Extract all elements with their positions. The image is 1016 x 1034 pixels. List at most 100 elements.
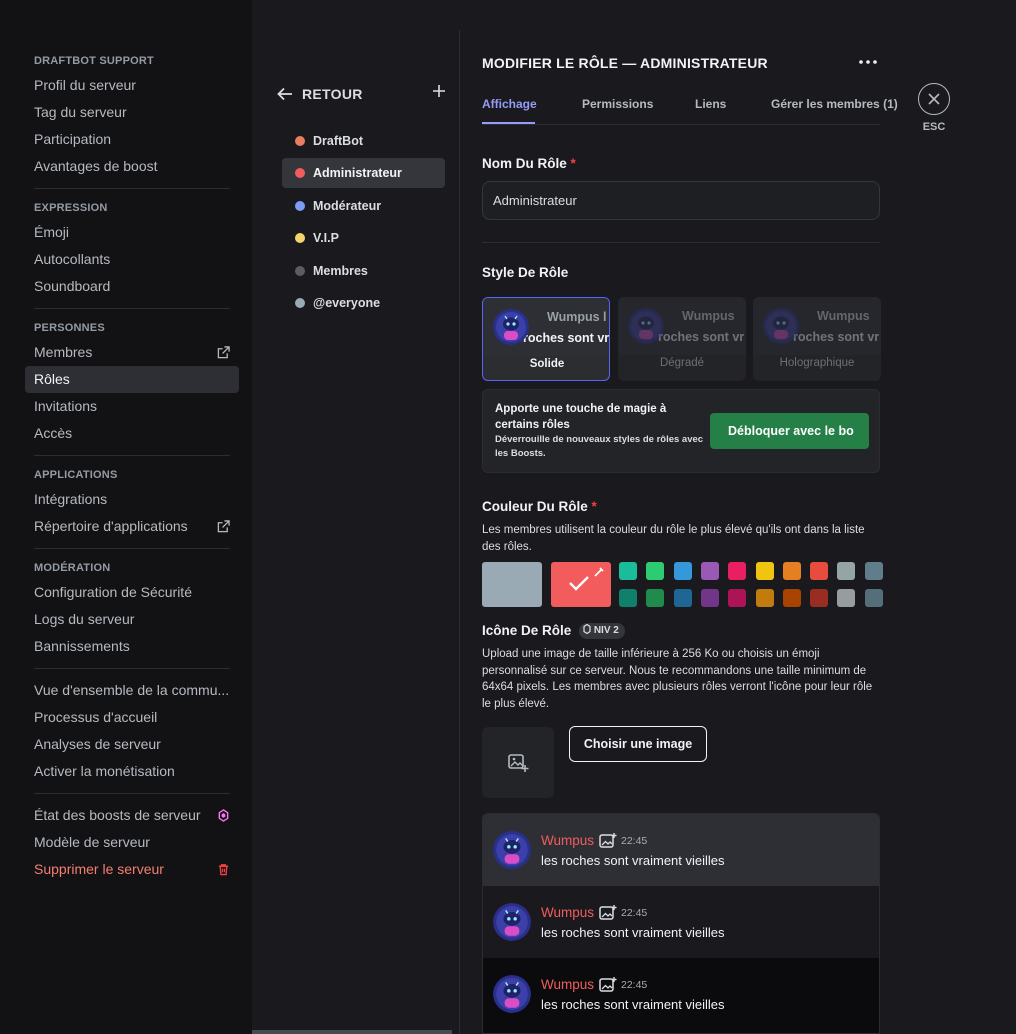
role-item-membres[interactable]: Membres	[282, 256, 445, 286]
role-item-draftbot[interactable]: DraftBot	[282, 126, 445, 156]
tab-manage-members[interactable]: Gérer les membres (1)	[771, 97, 898, 111]
sidebar-item-community-overview[interactable]: Vue d'ensemble de la commu...	[25, 677, 239, 704]
horizontal-scrollbar[interactable]	[252, 1030, 452, 1034]
sidebar-item-boost-perks[interactable]: Avantages de boost	[25, 153, 239, 180]
wumpus-avatar-icon	[763, 308, 799, 344]
sidebar-item-server-tag[interactable]: Tag du serveur	[25, 99, 239, 126]
section-header: APPLICATIONS	[34, 469, 118, 481]
style-preview: roches sont vr Wumpus l	[483, 298, 609, 356]
role-name-input[interactable]: Administrateur	[482, 181, 880, 220]
role-icon-upload-area[interactable]	[482, 727, 554, 798]
color-swatch[interactable]	[700, 589, 719, 607]
role-item-administrateur[interactable]: Administrateur	[282, 158, 445, 189]
required-asterisk: *	[570, 156, 576, 171]
more-options-icon[interactable]	[858, 58, 878, 66]
sidebar-item-audit-log[interactable]: Logs du serveur	[25, 606, 239, 633]
divider	[34, 188, 230, 189]
sidebar-item-boost-status[interactable]: État des boosts de serveur	[25, 802, 239, 829]
color-swatch[interactable]	[728, 589, 747, 607]
role-name: Administrateur	[313, 166, 402, 181]
tab-liens[interactable]: Liens	[695, 97, 726, 111]
divider	[34, 455, 230, 456]
wumpus-avatar-icon	[493, 309, 529, 345]
divider	[34, 308, 230, 309]
sidebar-item-roles[interactable]: Rôles	[25, 366, 239, 393]
preview-message: roches sont vr	[793, 330, 880, 344]
sidebar-item-server-profile[interactable]: Profil du serveur	[25, 72, 239, 99]
role-item-everyone[interactable]: @everyone	[282, 288, 445, 318]
tab-affichage[interactable]: Affichage	[482, 97, 537, 111]
label-text: Icône De Rôle	[482, 623, 572, 638]
color-swatch[interactable]	[619, 562, 637, 580]
wumpus-avatar-icon	[493, 975, 531, 1013]
custom-color-swatch[interactable]	[551, 562, 611, 607]
chat-preview-row: Wumpus 22:45 les roches sont vraiment vi…	[483, 886, 879, 958]
sidebar-item-stickers[interactable]: Autocollants	[25, 246, 239, 273]
role-item-vip[interactable]: V.I.P	[282, 223, 445, 253]
sidebar-item-participation[interactable]: Participation	[25, 126, 239, 153]
close-button[interactable]	[918, 83, 950, 115]
color-swatch[interactable]	[700, 562, 719, 580]
role-item-moderateur[interactable]: Modérateur	[282, 191, 445, 221]
sidebar-item-safety-setup[interactable]: Configuration de Sécurité	[25, 579, 239, 606]
sidebar-item-access[interactable]: Accès	[25, 420, 239, 447]
boost-gem-icon	[218, 809, 229, 822]
color-swatch[interactable]	[673, 589, 692, 607]
back-arrow-icon[interactable]	[276, 85, 294, 103]
default-color-swatch[interactable]	[482, 562, 542, 607]
role-color-dot	[295, 200, 305, 211]
back-button[interactable]: RETOUR	[302, 86, 363, 102]
boost-gem-icon	[583, 624, 591, 635]
style-option-holographic[interactable]: roches sont vr Wumpus Holographique	[753, 297, 881, 381]
sidebar-item-soundboard[interactable]: Soundboard	[25, 273, 239, 300]
divider	[34, 668, 230, 669]
preview-name: Wumpus l	[547, 310, 607, 324]
color-swatch[interactable]	[673, 562, 692, 580]
sidebar-item-integrations[interactable]: Intégrations	[25, 486, 239, 513]
role-color-dot	[295, 233, 305, 244]
chat-username: Wumpus	[541, 905, 595, 920]
add-role-plus-icon[interactable]	[432, 84, 446, 98]
page-title: MODIFIER LE RÔLE — ADMINISTRATEUR	[482, 55, 768, 71]
boost-upsell-banner: Apporte une touche de magie à certains r…	[482, 389, 880, 473]
sidebar-item-emoji[interactable]: Émoji	[25, 219, 239, 246]
color-swatch[interactable]	[810, 589, 829, 607]
trash-icon	[218, 864, 229, 876]
color-swatch[interactable]	[646, 589, 665, 607]
sidebar-item-monetization[interactable]: Activer la monétisation	[25, 758, 239, 785]
sidebar-item-onboarding[interactable]: Processus d'accueil	[25, 704, 239, 731]
column-divider	[459, 30, 460, 1034]
color-swatch[interactable]	[782, 562, 801, 580]
color-swatch[interactable]	[755, 562, 774, 580]
color-swatch[interactable]	[837, 562, 856, 580]
color-swatch[interactable]	[646, 562, 665, 580]
role-editor: MODIFIER LE RÔLE — ADMINISTRATEUR Affich…	[482, 0, 898, 1034]
sidebar-item-members[interactable]: Membres	[25, 339, 239, 366]
color-swatch[interactable]	[864, 562, 883, 580]
sidebar-item-delete-server[interactable]: Supprimer le serveur	[25, 856, 239, 883]
color-swatch[interactable]	[837, 589, 856, 607]
section-header: MODÉRATION	[34, 562, 111, 574]
preview-name: Wumpus	[682, 309, 735, 323]
style-option-solid[interactable]: roches sont vr Wumpus l Solide	[482, 297, 610, 381]
preview-name: Wumpus	[817, 309, 870, 323]
chat-preview-row: Wumpus 22:45 les roches sont vraiment vi…	[483, 958, 879, 1033]
style-option-gradient[interactable]: roches sont vr Wumpus Dégradé	[618, 297, 746, 381]
choose-image-button[interactable]: Choisir une image	[569, 726, 707, 762]
unlock-with-boost-button[interactable]: Débloquer avec le bo	[710, 413, 869, 449]
color-swatch[interactable]	[619, 589, 637, 607]
color-swatch[interactable]	[755, 589, 774, 607]
sidebar-item-app-directory[interactable]: Répertoire d'applications	[25, 513, 239, 540]
sidebar-item-bans[interactable]: Bannissements	[25, 633, 239, 660]
color-swatch[interactable]	[728, 562, 747, 580]
sidebar-item-server-template[interactable]: Modèle de serveur	[25, 829, 239, 856]
style-preview: roches sont vr Wumpus	[618, 297, 746, 355]
wumpus-avatar-icon	[628, 308, 664, 344]
color-swatch[interactable]	[864, 589, 883, 607]
sidebar-item-analytics[interactable]: Analyses de serveur	[25, 731, 239, 758]
sidebar-item-invites[interactable]: Invitations	[25, 393, 239, 420]
tab-permissions[interactable]: Permissions	[582, 97, 653, 111]
chat-timestamp: 22:45	[621, 835, 648, 847]
color-swatch[interactable]	[782, 589, 801, 607]
color-swatch[interactable]	[810, 562, 829, 580]
